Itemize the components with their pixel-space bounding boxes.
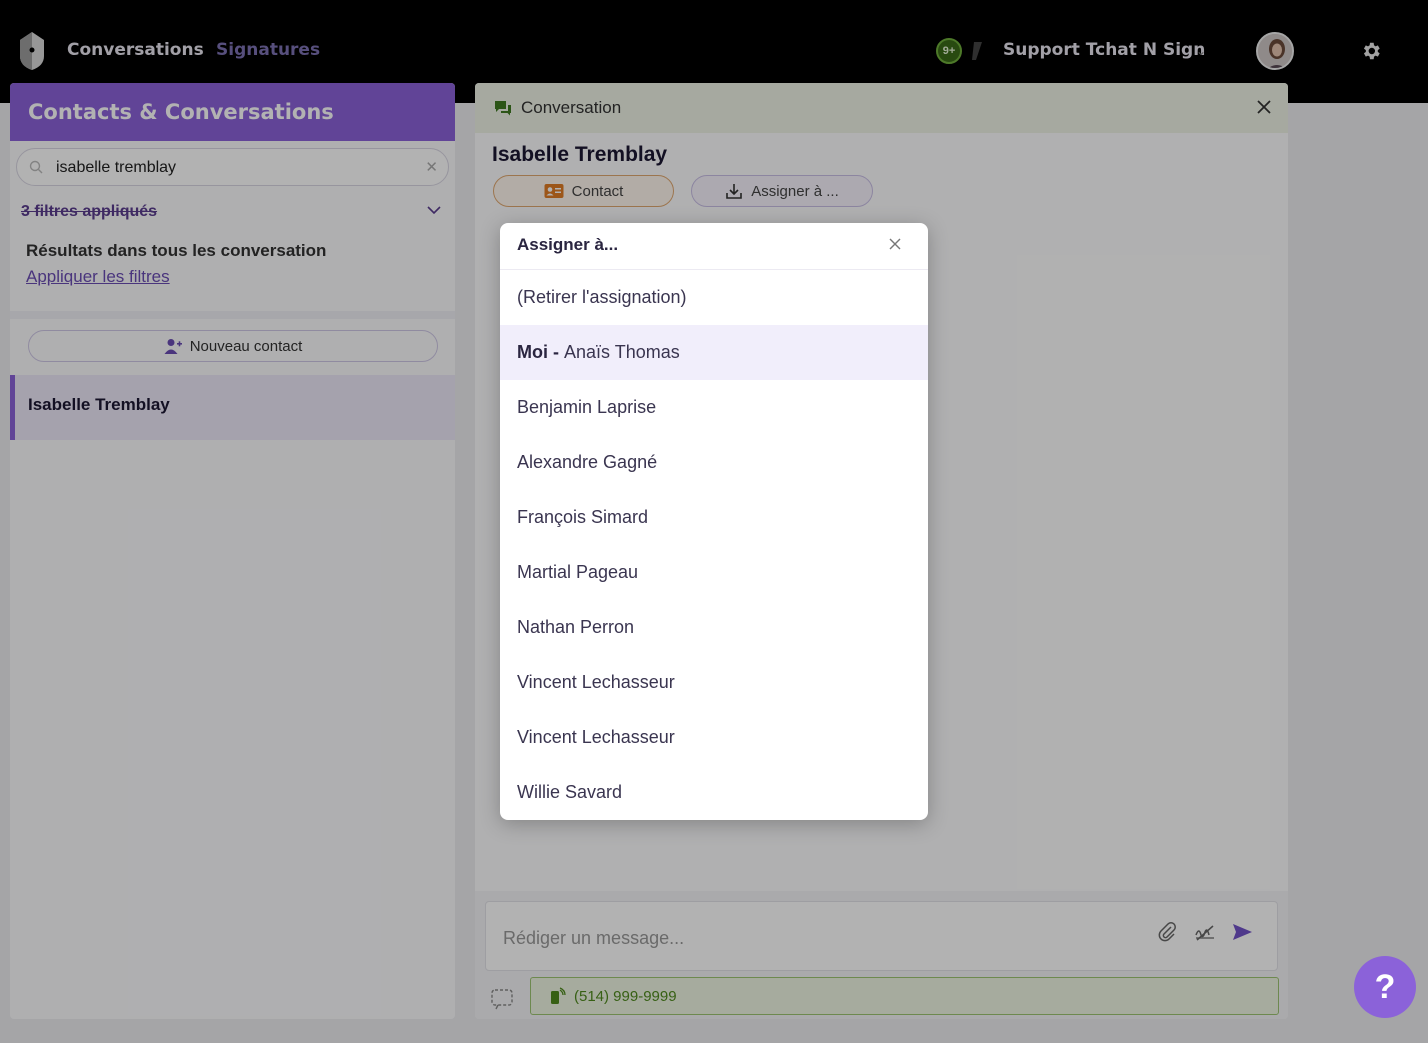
modal-title: Assigner à...	[517, 235, 619, 254]
assign-option[interactable]: Alexandre Gagné	[500, 435, 928, 490]
option-label: Alexandre Gagné	[517, 452, 658, 472]
option-label: Anaïs Thomas	[564, 342, 680, 362]
option-label: François Simard	[517, 507, 649, 527]
assign-option[interactable]: Willie Savard	[500, 765, 928, 820]
option-label: Vincent Lechasseur	[517, 672, 675, 692]
option-label: Vincent Lechasseur	[517, 727, 675, 747]
assign-option[interactable]: Vincent Lechasseur	[500, 710, 928, 765]
option-label: Benjamin Laprise	[517, 397, 657, 417]
option-label: Martial Pageau	[517, 562, 639, 582]
assign-option[interactable]: François Simard	[500, 490, 928, 545]
option-label: Nathan Perron	[517, 617, 635, 637]
assign-option[interactable]: Vincent Lechasseur	[500, 655, 928, 710]
assign-option-me[interactable]: Moi - Anaïs Thomas	[500, 325, 928, 380]
option-label: Willie Savard	[517, 782, 623, 802]
assign-option[interactable]: Nathan Perron	[500, 600, 928, 655]
assign-option[interactable]: Martial Pageau	[500, 545, 928, 600]
assign-modal: Assigner à... (Retirer l'assignation) Mo…	[500, 223, 928, 820]
option-prefix: Moi -	[517, 342, 559, 362]
option-label: (Retirer l'assignation)	[517, 287, 687, 307]
assign-option-unassign[interactable]: (Retirer l'assignation)	[500, 270, 928, 325]
help-button[interactable]: ?	[1354, 956, 1416, 1018]
assignee-list: (Retirer l'assignation) Moi - Anaïs Thom…	[500, 270, 928, 820]
close-icon[interactable]	[888, 237, 902, 251]
assign-option[interactable]: Benjamin Laprise	[500, 380, 928, 435]
